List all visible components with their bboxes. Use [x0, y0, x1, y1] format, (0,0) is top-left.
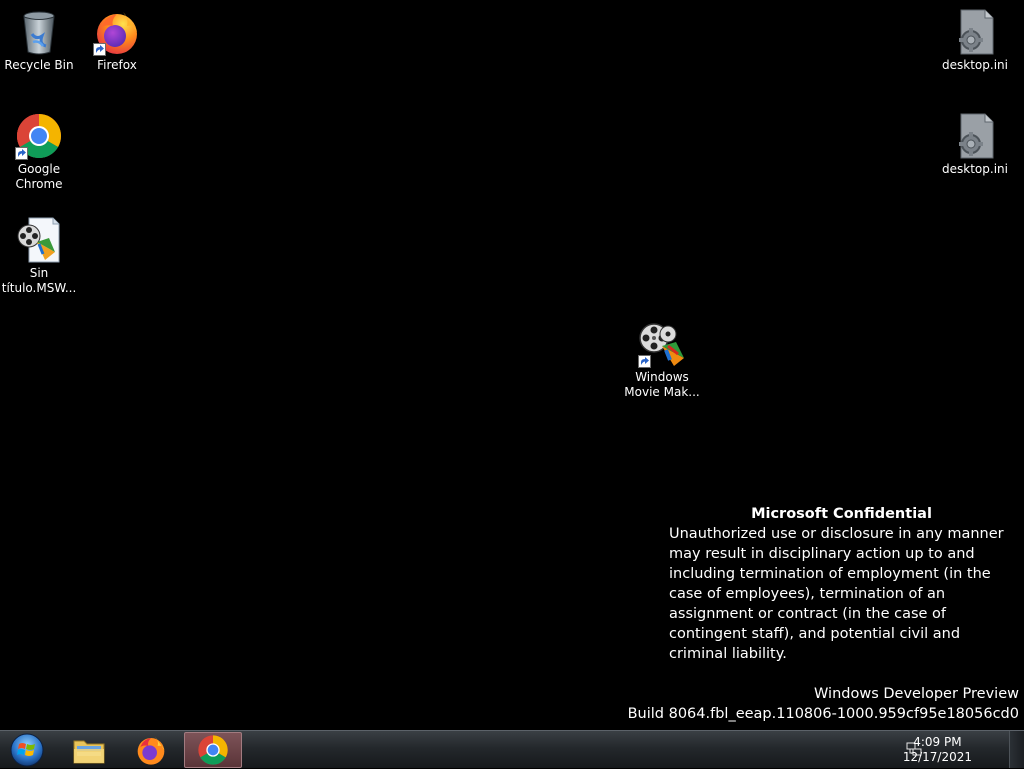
desktop-icon-google-chrome[interactable]: Google Chrome: [1, 112, 77, 192]
chrome-icon: [15, 112, 63, 160]
settings-file-icon: [951, 112, 999, 160]
movie-project-icon: [15, 216, 63, 264]
show-desktop-button[interactable]: [1009, 731, 1024, 768]
desktop-icon-label: Firefox: [97, 58, 137, 72]
desktop-icon-label: desktop.ini: [942, 162, 1008, 176]
watermark-edition: Windows Developer Preview: [814, 686, 1019, 702]
watermark-build-string: Build 8064.fbl_eeap.110806-1000.959cf95e…: [627, 706, 1019, 722]
desktop-icon-movie-maker[interactable]: Windows Movie Mak...: [624, 320, 700, 400]
desktop-icon-desktop-ini[interactable]: desktop.ini: [937, 112, 1013, 177]
taskbar-explorer-button[interactable]: [60, 732, 118, 768]
chrome-icon: [198, 735, 228, 765]
shortcut-arrow-icon: [93, 43, 106, 56]
desktop-icon-label: Recycle Bin: [4, 58, 74, 72]
build-watermark: Windows Developer Preview Build 8064.fbl…: [628, 684, 1019, 724]
clock-date: 12/17/2021: [902, 750, 972, 764]
desktop-icon-desktop-ini[interactable]: desktop.ini: [937, 8, 1013, 73]
recycle-bin-icon: [15, 8, 63, 56]
system-tray: 4:09 PM 12/17/2021: [903, 731, 1024, 769]
folder-icon: [73, 740, 105, 764]
clock-time: 4:09 PM: [913, 735, 962, 749]
firefox-icon: [93, 8, 141, 56]
desktop-icon-label: desktop.ini: [942, 58, 1008, 72]
desktop-icon-recycle-bin[interactable]: Recycle Bin: [1, 8, 77, 73]
shortcut-arrow-icon: [15, 147, 28, 160]
taskbar-chrome-button[interactable]: [184, 732, 242, 768]
windows-logo-icon: [10, 733, 44, 767]
desktop-icon-movie-project[interactable]: Sin título.MSW...: [1, 216, 77, 296]
confidential-watermark: Microsoft Confidential Unauthorized use …: [669, 504, 1014, 664]
watermark-title: Microsoft Confidential: [751, 506, 932, 522]
taskbar-firefox-button[interactable]: [122, 732, 180, 768]
settings-file-icon: [951, 8, 999, 56]
desktop-icon-firefox[interactable]: Firefox: [79, 8, 155, 73]
firefox-icon: [137, 736, 165, 765]
desktop-icon-label: Google Chrome: [15, 162, 63, 191]
movie-maker-icon: [638, 320, 686, 368]
watermark-body: Unauthorized use or disclosure in any ma…: [669, 526, 1004, 662]
desktop-icon-label: Sin título.MSW...: [1, 266, 77, 295]
clock[interactable]: 4:09 PM 12/17/2021: [903, 735, 972, 765]
desktop-icon-label: Windows Movie Mak...: [624, 370, 700, 399]
taskbar: 4:09 PM 12/17/2021: [0, 730, 1024, 768]
shortcut-arrow-icon: [638, 355, 651, 368]
start-button[interactable]: [2, 732, 52, 768]
